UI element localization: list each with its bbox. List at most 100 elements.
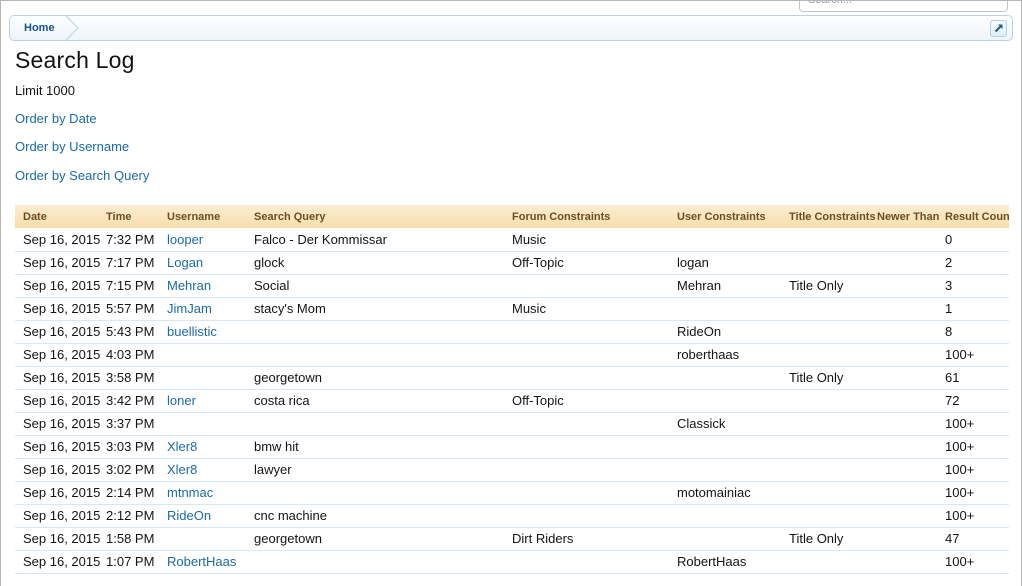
external-link-icon[interactable] (990, 20, 1007, 37)
cell-user: RideOn (677, 320, 789, 343)
table-row: Sep 16, 20153:58 PMgeorgetownTitle Only6… (15, 366, 1009, 389)
cell-date: Sep 16, 2015 (15, 458, 106, 481)
cell-query (254, 412, 512, 435)
cell-query: glock (254, 251, 512, 274)
cell-title (789, 320, 877, 343)
cell-title: Title Only (789, 527, 877, 550)
cell-newer (877, 251, 945, 274)
username-link[interactable]: loner (167, 389, 254, 412)
cell-title (789, 481, 877, 504)
username-link[interactable]: mtnmac (167, 481, 254, 504)
cell-title (789, 389, 877, 412)
cell-user: motomainiac (677, 481, 789, 504)
admin-page: Home Search Log Limit 1000 Order by Date… (0, 0, 1022, 586)
cell-forum (512, 366, 677, 389)
cell-title (789, 435, 877, 458)
cell-query: lawyer (254, 458, 512, 481)
cell-query (254, 550, 512, 573)
cell-user (677, 504, 789, 527)
cell-count: 100+ (945, 435, 1009, 458)
cell-time: 2:12 PM (106, 504, 167, 527)
table-row: Sep 16, 20153:37 PMClassick100+ (15, 412, 1009, 435)
cell-date: Sep 16, 2015 (15, 550, 106, 573)
cell-newer (877, 343, 945, 366)
cell-user: roberthaas (677, 343, 789, 366)
cell-date: Sep 16, 2015 (15, 274, 106, 297)
cell-forum: Off-Topic (512, 251, 677, 274)
cell-time: 3:58 PM (106, 366, 167, 389)
cell-newer (877, 320, 945, 343)
column-header-forum-constraints: Forum Constraints (512, 205, 677, 228)
cell-user (677, 389, 789, 412)
cell-date: Sep 16, 2015 (15, 366, 106, 389)
cell-time: 7:15 PM (106, 274, 167, 297)
table-row: Sep 16, 20157:15 PMMehranSocialMehranTit… (15, 274, 1009, 297)
cell-count: 100+ (945, 481, 1009, 504)
cell-time: 4:03 PM (106, 343, 167, 366)
column-header-result-count: Result Count (945, 205, 1009, 228)
cell-count: 1 (945, 297, 1009, 320)
cell-date: Sep 16, 2015 (15, 343, 106, 366)
cell-title (789, 550, 877, 573)
cell-query: stacy's Mom (254, 297, 512, 320)
cell-query: bmw hit (254, 435, 512, 458)
cell-title: Title Only (789, 274, 877, 297)
cell-query: georgetown (254, 366, 512, 389)
cell-time: 7:17 PM (106, 251, 167, 274)
cell-count: 100+ (945, 504, 1009, 527)
breadcrumb-home-link[interactable]: Home (10, 16, 65, 40)
cell-time: 1:07 PM (106, 550, 167, 573)
cell-newer (877, 274, 945, 297)
username-link[interactable]: Mehran (167, 274, 254, 297)
cell-count: 100+ (945, 412, 1009, 435)
order-by-username-link[interactable]: Order by Username (15, 139, 129, 154)
username-link[interactable]: Logan (167, 251, 254, 274)
cell-time: 2:14 PM (106, 481, 167, 504)
chevron-separator-icon (65, 15, 81, 41)
table-row: Sep 16, 20151:07 PMRobertHaasRobertHaas1… (15, 550, 1009, 573)
cell-title (789, 458, 877, 481)
cell-time: 5:43 PM (106, 320, 167, 343)
table-body: Sep 16, 20157:32 PMlooperFalco - Der Kom… (15, 228, 1009, 573)
table-row: Sep 16, 20153:42 PMlonercosta ricaOff-To… (15, 389, 1009, 412)
cell-time: 3:42 PM (106, 389, 167, 412)
cell-date: Sep 16, 2015 (15, 320, 106, 343)
username-link[interactable]: Xler8 (167, 435, 254, 458)
table-row: Sep 16, 20152:14 PMmtnmac motomainiac 100+ (15, 481, 1009, 504)
order-by-date-link[interactable]: Order by Date (15, 111, 97, 126)
cell-date: Sep 16, 2015 (15, 435, 106, 458)
username-link[interactable]: Xler8 (167, 458, 254, 481)
cell-date: Sep 16, 2015 (15, 481, 106, 504)
search-input[interactable] (799, 0, 1008, 12)
cell-count: 61 (945, 366, 1009, 389)
column-header-search-query: Search Query (254, 205, 512, 228)
cell-username (167, 412, 254, 435)
column-header-username: Username (167, 205, 254, 228)
cell-count: 100+ (945, 343, 1009, 366)
username-link[interactable]: buellistic (167, 320, 254, 343)
cell-forum: Music (512, 297, 677, 320)
cell-user (677, 297, 789, 320)
cell-username (167, 343, 254, 366)
username-link[interactable]: JimJam (167, 297, 254, 320)
cell-query (254, 481, 512, 504)
cell-title (789, 343, 877, 366)
cell-title (789, 228, 877, 251)
cell-newer (877, 458, 945, 481)
username-link[interactable]: RobertHaas (167, 550, 254, 573)
cell-forum (512, 412, 677, 435)
cell-query: costa rica (254, 389, 512, 412)
table-row: Sep 16, 20155:43 PMbuellisticRideOn8 (15, 320, 1009, 343)
username-link[interactable]: looper (167, 228, 254, 251)
username-link[interactable]: RideOn (167, 504, 254, 527)
cell-date: Sep 16, 2015 (15, 504, 106, 527)
cell-forum (512, 550, 677, 573)
cell-query: cnc machine (254, 504, 512, 527)
cell-date: Sep 16, 2015 (15, 228, 106, 251)
cell-count: 0 (945, 228, 1009, 251)
cell-forum: Music (512, 228, 677, 251)
order-by-search-query-link[interactable]: Order by Search Query (15, 168, 149, 183)
cell-forum: Off-Topic (512, 389, 677, 412)
cell-newer (877, 366, 945, 389)
cell-time: 7:32 PM (106, 228, 167, 251)
